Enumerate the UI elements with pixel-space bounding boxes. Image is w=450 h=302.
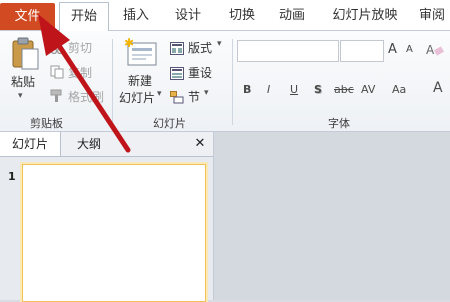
annotation-arrow xyxy=(38,14,131,153)
